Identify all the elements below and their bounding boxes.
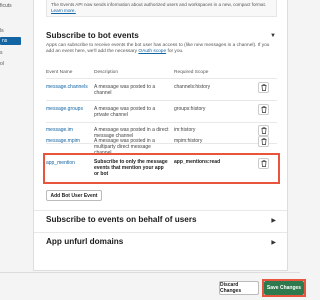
- sidebar: ficuts ls ns s ol: [0, 0, 27, 270]
- event-scope: app_mentions:read: [174, 159, 221, 165]
- description-text-end: for you.: [167, 49, 184, 55]
- divider: [34, 210, 287, 211]
- event-name[interactable]: message.groups: [46, 106, 83, 112]
- delete-event-button[interactable]: [258, 82, 269, 93]
- trash-icon: [261, 160, 266, 167]
- notice-text: The Events API now sends information abo…: [51, 2, 266, 7]
- column-header-description: Description: [94, 70, 118, 75]
- chevron-down-icon[interactable]: ▼: [270, 33, 276, 39]
- event-description: Subscribe to only the message events tha…: [94, 159, 168, 178]
- add-bot-user-event-button[interactable]: Add Bot User Event: [46, 190, 102, 201]
- save-changes-button[interactable]: Save Changes: [264, 281, 304, 295]
- sidebar-item-top[interactable]: ficuts: [0, 3, 12, 9]
- chevron-right-icon[interactable]: ▶: [271, 217, 276, 224]
- user-events-title: Subscribe to events on behalf of users: [46, 215, 197, 224]
- sidebar-item-5[interactable]: ol: [0, 61, 4, 67]
- event-name[interactable]: message.im: [46, 127, 73, 133]
- bot-events-description: Apps can subscribe to receive events the…: [46, 43, 278, 56]
- trash-icon: [261, 138, 266, 145]
- main-panel: The Events API now sends information abo…: [33, 0, 288, 271]
- column-header-scope: Required Scope: [174, 70, 209, 75]
- delete-event-button[interactable]: [258, 125, 269, 136]
- delete-event-button[interactable]: [258, 104, 269, 115]
- sidebar-item-4[interactable]: s: [0, 50, 3, 56]
- event-description: A message was posted to a channel: [94, 84, 156, 97]
- column-header-name: Event Name: [46, 70, 73, 75]
- event-name[interactable]: app_mention: [46, 160, 75, 166]
- oauth-scope-link[interactable]: OAuth scope: [138, 49, 166, 54]
- sidebar-item-2[interactable]: ls: [0, 28, 4, 34]
- trash-icon: [261, 84, 266, 91]
- unfurl-domains-title: App unfurl domains: [46, 237, 124, 246]
- delete-event-button[interactable]: [258, 158, 269, 169]
- divider: [46, 100, 277, 101]
- event-scope: mpim:history: [174, 138, 203, 144]
- discard-changes-button[interactable]: Discard Changes: [219, 281, 259, 295]
- event-name[interactable]: message.channels: [46, 84, 88, 90]
- divider: [34, 232, 287, 233]
- info-notice: The Events API now sends information abo…: [46, 0, 277, 17]
- chevron-right-icon[interactable]: ▶: [271, 239, 276, 246]
- divider: [46, 122, 277, 123]
- event-scope: channels:history: [174, 84, 211, 90]
- trash-icon: [261, 127, 266, 134]
- divider: [46, 78, 277, 79]
- learn-more-link[interactable]: Learn more.: [51, 8, 76, 13]
- event-scope: groups:history: [174, 106, 206, 112]
- event-description: A message was posted to a private channe…: [94, 106, 156, 119]
- event-scope: im:history: [174, 127, 196, 133]
- bot-events-title: Subscribe to bot events: [46, 31, 139, 40]
- event-name[interactable]: message.mpim: [46, 138, 80, 144]
- sidebar-item-selected[interactable]: ns: [0, 37, 21, 45]
- delete-event-button[interactable]: [258, 136, 269, 147]
- trash-icon: [261, 106, 266, 113]
